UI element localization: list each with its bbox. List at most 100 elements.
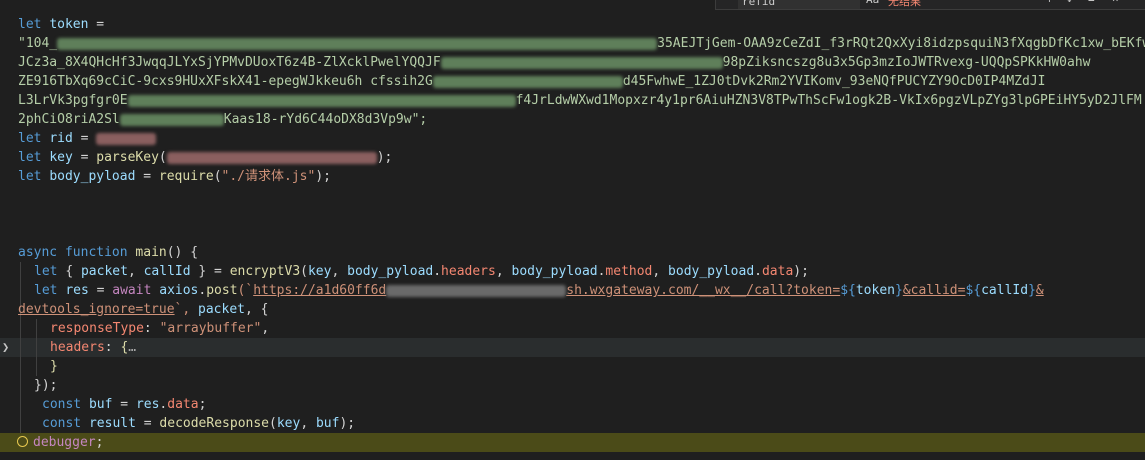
code-line[interactable]: JCz3a_8X4QHcHf3JwqqJLYxSjYPMvDUoxT6z4B-Z… — [0, 53, 1145, 72]
code-line[interactable]: L3LrVk3pgfgr0E f4JrLdwWXwd1Mopxzr4y1pr6Ai… — [0, 91, 1145, 110]
code-line[interactable]: } — [0, 357, 1145, 376]
function-name: main — [135, 245, 167, 260]
code-line[interactable]: const result = decodeResponse(key, buf); — [0, 414, 1145, 433]
url-link[interactable]: https://a1d60ff6d — [253, 283, 386, 298]
indent-guide — [20, 262, 21, 281]
folded-ellipsis[interactable]: … — [128, 340, 136, 355]
comma: , — [261, 321, 270, 336]
redacted-text — [166, 151, 377, 164]
function-name: encryptV3 — [229, 264, 301, 279]
code-line[interactable]: responseType: "arraybuffer", — [0, 319, 1145, 338]
paren: ); — [315, 169, 331, 184]
property: data — [167, 397, 199, 412]
variable: key — [307, 264, 332, 279]
comma: , — [300, 416, 309, 431]
template-delim: } — [1028, 283, 1036, 298]
url-link[interactable]: devtools_ignore=true — [18, 302, 175, 317]
keyword: function — [64, 245, 128, 260]
string-literal: d45FwhwE_1ZJ0tDvk2Rm2YVIKomv_93eNQfPUCYZ… — [622, 74, 1046, 89]
redacted-text — [57, 37, 658, 50]
url-link[interactable]: &callid= — [903, 283, 966, 298]
code-line[interactable]: async function main() { — [0, 243, 1145, 262]
semicolon: ; — [198, 397, 207, 412]
code-line[interactable]: }); — [0, 376, 1145, 395]
code-line-paused[interactable]: debugger; — [0, 433, 1145, 452]
variable: body_pyload — [49, 169, 136, 184]
property: method — [605, 264, 653, 279]
code-line[interactable]: devtools_ignore=true`, packet, { — [0, 300, 1145, 319]
previous-match-button[interactable]: ↑ — [1046, 0, 1053, 5]
brace: { — [65, 264, 74, 279]
url-link[interactable]: sh.wxgateway.com/__wx__/call?token= — [566, 283, 840, 298]
comma: , — [331, 264, 340, 279]
paren: ); — [793, 264, 809, 279]
operator: = — [143, 169, 152, 184]
colon: : — [104, 340, 113, 355]
paren: ); — [339, 416, 356, 431]
url-link[interactable]: & — [1036, 283, 1044, 298]
code-line[interactable]: "104_ 35AEJTjGem-OAA9zCeZdI_f3rRQt2QxXyi8… — [0, 34, 1145, 53]
indent-guide — [20, 414, 21, 433]
operator: = — [96, 17, 105, 32]
string-literal: f4JrLdwWXwd1Mopxzr4y1pr6AiuHZN3V8TPwThSc… — [515, 93, 1142, 108]
variable: body_pyload — [511, 264, 598, 279]
redacted-text — [96, 132, 157, 145]
string-literal: "./请求体.js" — [221, 169, 316, 184]
variable: packet — [80, 264, 128, 279]
find-input[interactable]: refid — [738, 0, 860, 9]
code-line[interactable]: let rid = — [0, 129, 1145, 148]
chevron-right-icon[interactable]: ❯ — [2, 338, 9, 357]
template-close: `, — [174, 302, 191, 317]
keyword: let — [18, 150, 42, 165]
operator: = — [80, 131, 89, 146]
close-find-button[interactable]: × — [1112, 0, 1119, 5]
property: responseType — [50, 321, 144, 336]
operator: = — [96, 283, 105, 298]
redacted-text — [119, 113, 224, 126]
brace: , { — [245, 302, 269, 317]
template-delim: } — [894, 283, 903, 298]
code-line[interactable]: const buf = res.data; — [0, 395, 1145, 414]
indent-guide — [36, 319, 37, 338]
redacted-text — [440, 56, 723, 69]
indent-guide — [36, 357, 37, 376]
string-literal: 2phCiO8riA2Sl — [18, 112, 120, 127]
keyword: let — [34, 283, 58, 298]
find-in-selection-icon[interactable]: ≡ — [1088, 0, 1095, 5]
operator: = — [120, 397, 129, 412]
code-line[interactable]: 2phCiO8riA2Sl Kaas18-rYd6C44oDX8d3Vp9w"; — [0, 110, 1145, 129]
function-name: decodeResponse — [159, 416, 269, 431]
property: headers — [50, 340, 105, 355]
redacted-text — [432, 75, 623, 88]
code-line[interactable]: let res = await axios.post(`https://a1d6… — [0, 281, 1145, 300]
variable: token — [49, 17, 89, 32]
indent-guide — [36, 338, 37, 357]
variable: packet — [198, 302, 245, 317]
indent-guide — [20, 395, 21, 414]
indent-guide — [20, 357, 21, 376]
operator: = — [80, 150, 89, 165]
template-open: (` — [237, 283, 254, 298]
code-line[interactable]: let key = parseKey(); — [0, 148, 1145, 167]
string-literal: JCz3a_8X4QHcHf3JwqqJLYxSjYPMvDUoxT6z4B-Z… — [18, 55, 441, 70]
code-editor[interactable]: refid Aa 无结果 ↑ ↓ ≡ × let token = "104_ 35… — [0, 0, 1145, 460]
variable: res — [65, 283, 89, 298]
redacted-text — [386, 284, 567, 297]
match-case-toggle[interactable]: Aa — [866, 0, 879, 6]
code-line[interactable]: let body_pyload = require("./请求体.js"); — [0, 167, 1145, 186]
keyword: let — [18, 17, 42, 32]
indent-guide — [20, 319, 21, 338]
variable: rid — [49, 131, 73, 146]
code-line[interactable]: let token = — [0, 15, 1145, 34]
keyword: let — [34, 264, 58, 279]
code-line[interactable]: let { packet, callId } = encryptV3(key, … — [0, 262, 1145, 281]
code-line-current[interactable]: ❯ headers: {… — [0, 338, 1145, 357]
next-match-button[interactable]: ↓ — [1066, 0, 1073, 5]
code-line[interactable]: ZE916TbXq69cCiC-9cxs9HUxXFskX41-epegWJkk… — [0, 72, 1145, 91]
keyword: let — [18, 169, 42, 184]
string-literal: "arraybuffer" — [159, 321, 262, 336]
brace: } — [198, 264, 207, 279]
debug-pause-icon — [17, 436, 28, 447]
string-literal: L3LrVk3pgfgr0E — [18, 93, 128, 108]
brace: } — [50, 359, 58, 374]
